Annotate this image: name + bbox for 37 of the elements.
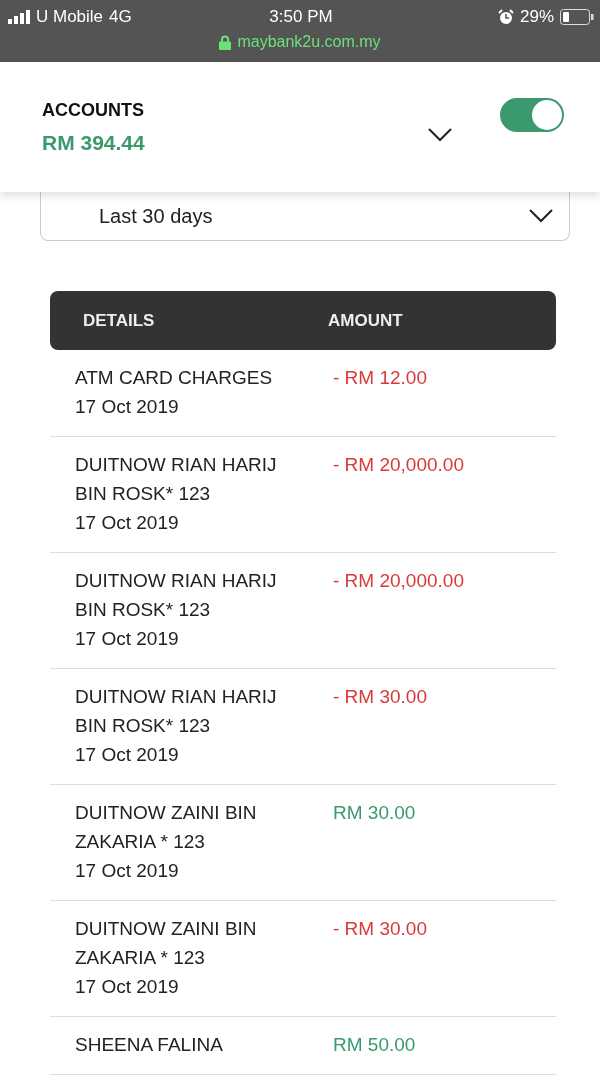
transaction-detail: 17 Oct 2019 xyxy=(75,395,180,419)
transaction-amount: RM 30.00 xyxy=(333,801,416,825)
battery-percent: 29% xyxy=(519,7,554,27)
transaction-amount: - RM 20,000.00 xyxy=(333,453,464,477)
site-url[interactable]: maybank2u.com.my xyxy=(237,33,381,51)
account-balance: RM 394.44 xyxy=(42,130,146,155)
period-dropdown[interactable]: Last 30 days xyxy=(40,192,570,241)
transaction-amount: - RM 30.00 xyxy=(333,685,427,709)
transaction-detail: ATM CARD CHARGES xyxy=(75,366,274,390)
toggle-switch[interactable] xyxy=(500,98,564,132)
transaction-detail: 17 Oct 2019 xyxy=(75,743,180,767)
transaction-detail: 17 Oct 2019 xyxy=(75,859,180,883)
column-header: AMOUNT xyxy=(328,310,403,331)
battery-icon xyxy=(560,9,594,25)
transaction-detail: DUITNOW RIAN HARIJ BIN ROSK* 123 xyxy=(75,569,278,622)
transaction-amount: RM 50.00 xyxy=(333,1033,416,1057)
transaction-amount: - RM 20,000.00 xyxy=(333,569,464,593)
transaction-amount: - RM 30.00 xyxy=(333,917,427,941)
chevron-down-icon xyxy=(529,209,553,223)
network-type: 4G xyxy=(109,7,132,27)
transaction-detail: DUITNOW RIAN HARIJ BIN ROSK* 123 xyxy=(75,453,278,506)
transaction-detail: SHEENA FALINA xyxy=(75,1033,224,1057)
transaction-detail: 17 Oct 2019 xyxy=(75,975,180,999)
chevron-down-icon[interactable] xyxy=(428,128,452,142)
signal-icon xyxy=(8,10,30,24)
transaction-detail: 17 Oct 2019 xyxy=(75,627,180,651)
transaction-detail: DUITNOW ZAINI BIN ZAKARIA * 123 xyxy=(75,917,258,970)
transaction-detail: DUITNOW RIAN HARIJ BIN ROSK* 123 xyxy=(75,685,278,738)
transaction-detail: 17 Oct 2019 xyxy=(75,511,180,535)
column-header: DETAILS xyxy=(83,310,156,331)
carrier-name: U Mobile xyxy=(36,7,104,27)
transaction-amount: - RM 12.00 xyxy=(333,366,427,390)
clock-time: 3:50 PM xyxy=(269,7,333,27)
lock-icon xyxy=(219,34,232,50)
transaction-detail: DUITNOW ZAINI BIN ZAKARIA * 123 xyxy=(75,801,258,854)
accounts-title: ACCOUNTS xyxy=(42,99,145,121)
alarm-clock-icon xyxy=(497,9,514,25)
